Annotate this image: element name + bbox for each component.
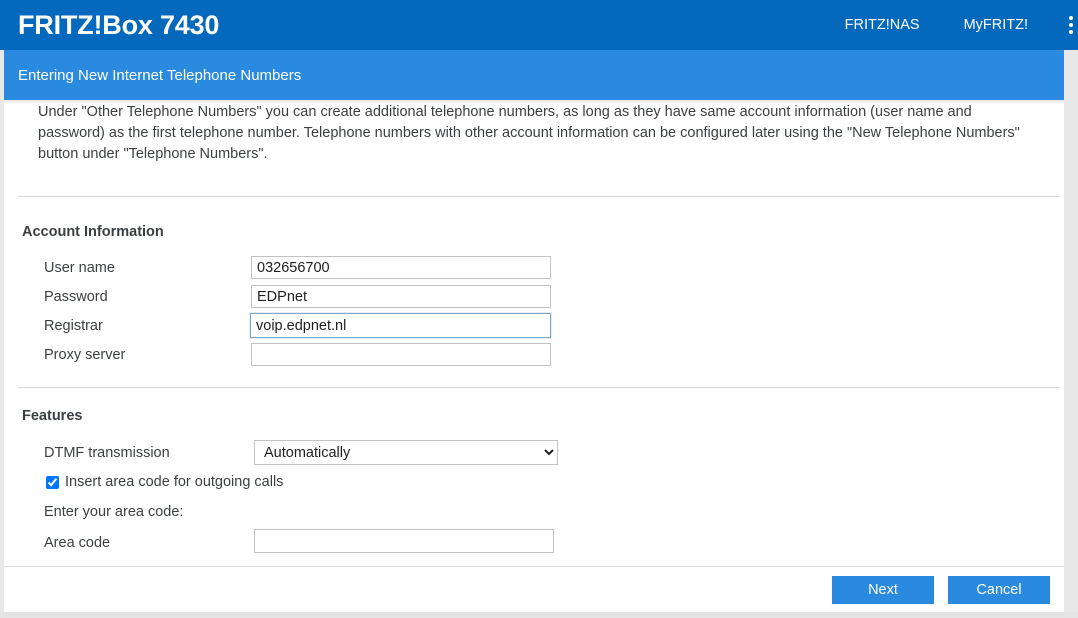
page-title: Entering New Internet Telephone Numbers xyxy=(18,66,302,84)
area-code-checkbox-row[interactable]: Insert area code for outgoing calls xyxy=(46,474,283,490)
username-input[interactable] xyxy=(251,256,551,279)
area-code-checkbox[interactable] xyxy=(46,475,59,489)
label-proxy-server: Proxy server xyxy=(44,346,126,363)
kebab-dot xyxy=(1069,30,1073,34)
intro-text: Under "Other Telephone Numbers" you can … xyxy=(38,104,1020,162)
header-nav: FRITZ!NAS MyFRITZ! xyxy=(823,0,1078,50)
kebab-menu-icon[interactable] xyxy=(1050,0,1078,50)
fritzbox-window: FRITZ!Box 7430 FRITZ!NAS MyFRITZ! Enteri… xyxy=(0,0,1078,618)
divider-features xyxy=(18,387,1060,388)
nav-link-fritznas[interactable]: FRITZ!NAS xyxy=(823,17,942,33)
field-row-registrar: Registrar xyxy=(44,314,103,337)
section-title-features: Features xyxy=(22,408,83,424)
area-code-input[interactable] xyxy=(254,529,554,553)
nav-link-myfritz[interactable]: MyFRITZ! xyxy=(942,17,1050,33)
area-code-checkbox-label[interactable]: Insert area code for outgoing calls xyxy=(65,474,283,490)
cancel-button[interactable]: Cancel xyxy=(948,575,1050,604)
label-dtmf: DTMF transmission xyxy=(44,444,170,461)
divider-account xyxy=(18,196,1060,197)
field-row-area-code: Area code xyxy=(44,531,110,554)
field-row-password: Password xyxy=(44,285,108,308)
sub-header: Entering New Internet Telephone Numbers xyxy=(4,50,1064,100)
label-registrar: Registrar xyxy=(44,317,103,334)
kebab-dot xyxy=(1069,16,1073,20)
registrar-input[interactable] xyxy=(250,313,551,338)
page-content: Under "Other Telephone Numbers" you can … xyxy=(4,100,1064,618)
section-title-account: Account Information xyxy=(22,224,164,240)
field-row-username: User name xyxy=(44,256,115,279)
proxy-server-input[interactable] xyxy=(251,343,551,366)
kebab-dot xyxy=(1069,23,1073,27)
main-header: FRITZ!Box 7430 FRITZ!NAS MyFRITZ! xyxy=(0,0,1078,50)
label-password: Password xyxy=(44,288,108,305)
dtmf-select[interactable]: Automatically xyxy=(254,440,558,465)
footer-actions: Next Cancel xyxy=(4,567,1064,612)
area-code-note: Enter your area code: xyxy=(44,504,184,520)
label-username: User name xyxy=(44,259,115,276)
password-input[interactable] xyxy=(251,285,551,308)
window-bottom-strip xyxy=(0,612,1078,618)
next-button[interactable]: Next xyxy=(832,575,934,604)
brand-title: FRITZ!Box 7430 xyxy=(18,9,220,40)
field-row-dtmf: DTMF transmission xyxy=(44,441,170,464)
field-row-proxy-server: Proxy server xyxy=(44,343,125,366)
label-area-code: Area code xyxy=(44,534,111,551)
